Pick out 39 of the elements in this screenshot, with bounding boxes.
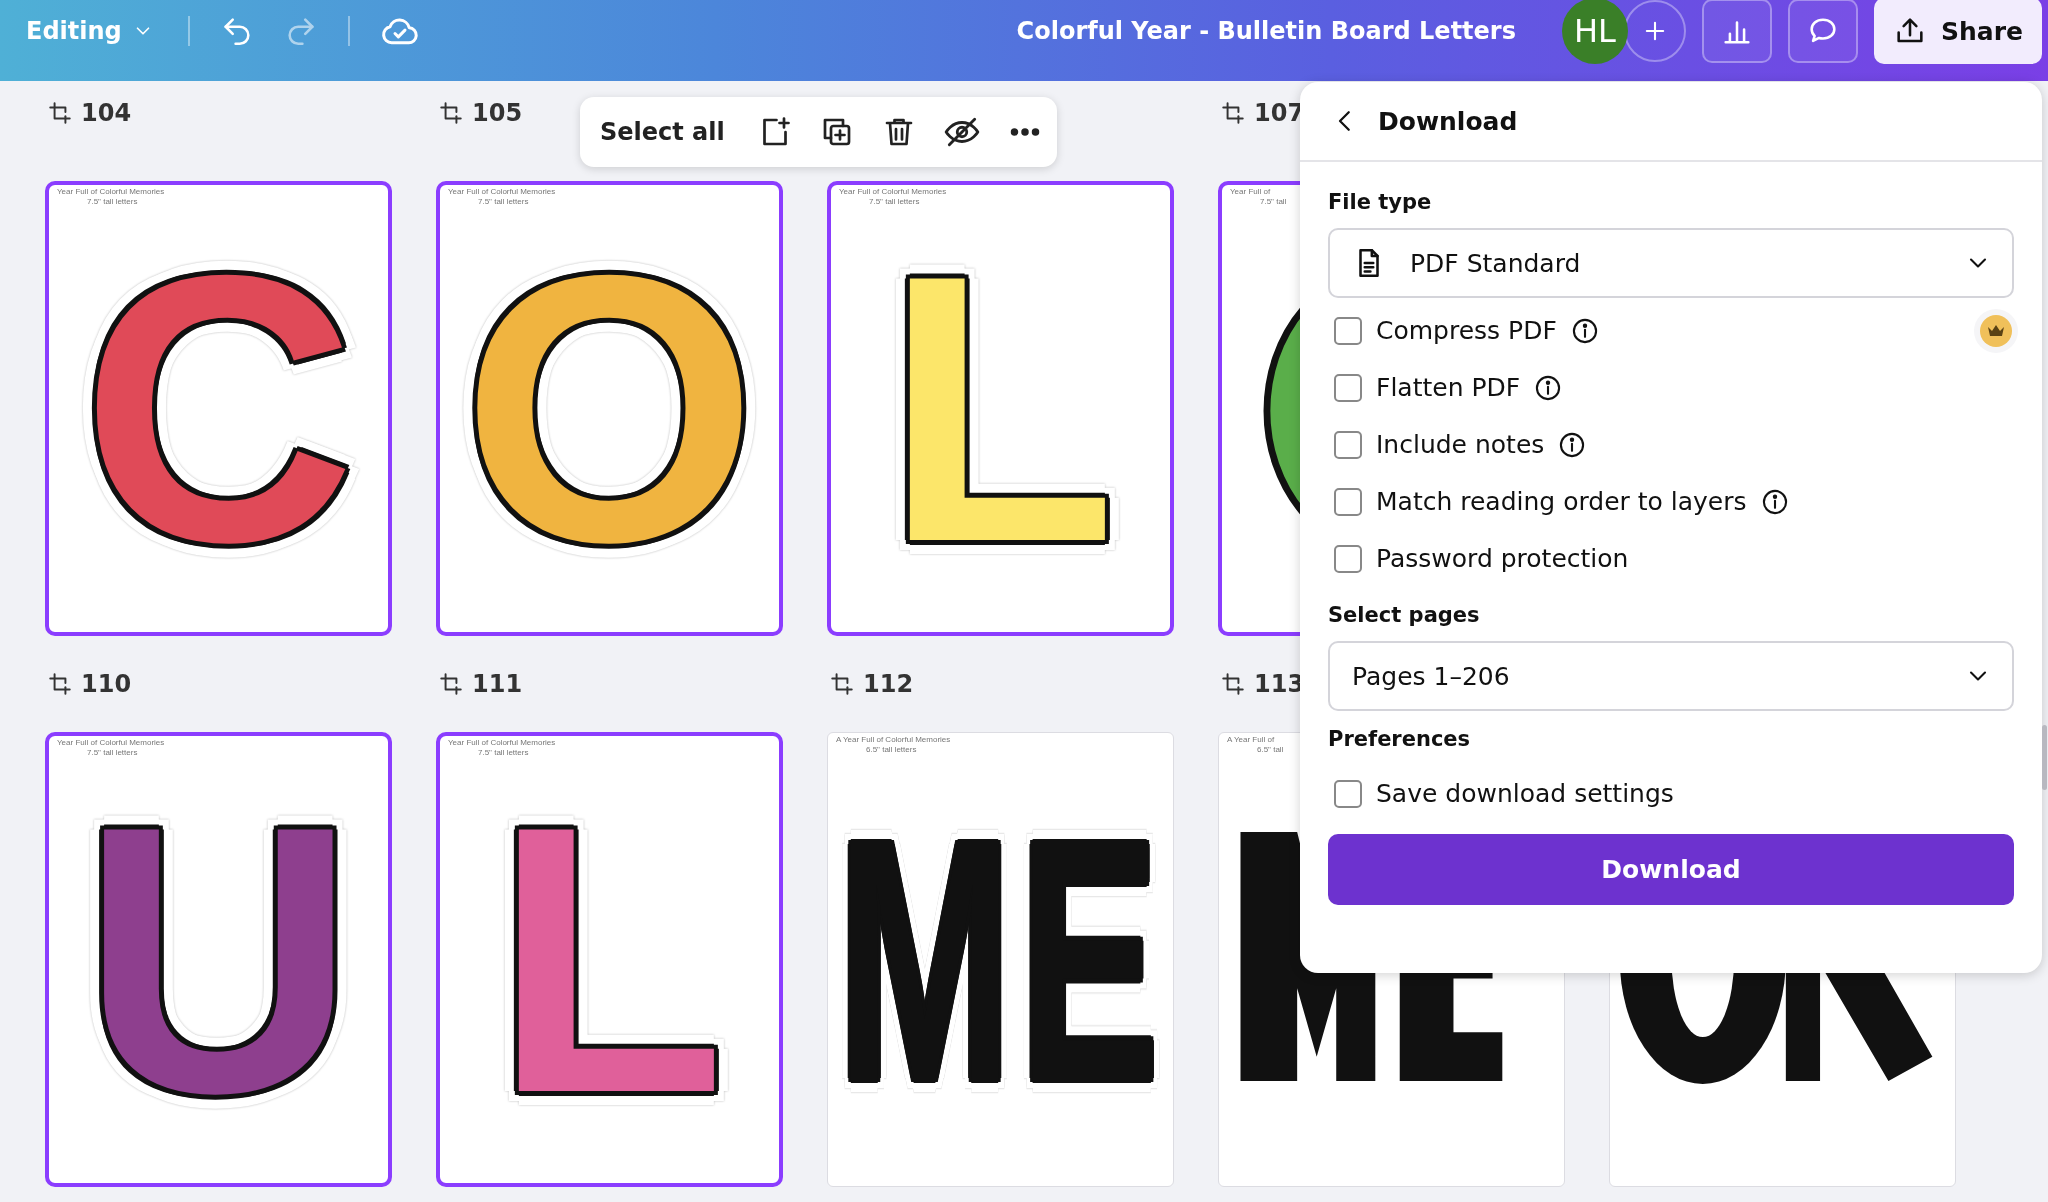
page-number: 105 (472, 99, 523, 127)
page-number: 112 (863, 670, 914, 698)
page-subheading: 7.5" tall letters (86, 197, 139, 207)
page-heading: A Year Full of (1227, 735, 1276, 745)
page-heading: Year Full of Colorful Memories (839, 187, 947, 197)
page-number: 107 (1254, 99, 1305, 127)
page-number: 110 (81, 670, 132, 698)
option-label: Compress PDF (1376, 316, 1557, 345)
page-subheading: 7.5" tall letters (868, 197, 921, 207)
bulletin-letter: ME (836, 789, 1165, 1130)
option-label: Match reading order to layers (1376, 487, 1747, 516)
option-label: Save download settings (1376, 779, 1674, 808)
page-heading: A Year Full of Colorful Memories (836, 735, 951, 745)
document-title: Colorful Year - Bulletin Board Letters (1016, 17, 1516, 45)
option-label: Flatten PDF (1376, 373, 1521, 402)
page-subheading: 7.5" tall letters (477, 748, 530, 758)
page-heading: Year Full of Colorful Memories (57, 738, 165, 748)
page-number: 111 (472, 670, 523, 698)
bulletin-letter: C (81, 218, 356, 599)
section-label: Preferences (1328, 727, 1472, 751)
bulletin-letter: O (461, 218, 758, 599)
bulletin-letter: U (81, 769, 356, 1150)
section-label: Select pages (1328, 603, 1481, 627)
page-heading: Year Full of Colorful Memories (448, 738, 556, 748)
page-subheading: 6.5" tall (1256, 745, 1284, 755)
page-heading: Year Full of Colorful Memories (448, 187, 556, 197)
page-heading: Year Full of Colorful Memories (57, 187, 165, 197)
page-subheading: 7.5" tall letters (477, 197, 530, 207)
page-subheading: 6.5" tall letters (865, 745, 918, 755)
panel-title: Download (1378, 106, 1518, 136)
bulletin-letter: L (493, 769, 726, 1150)
section-label: File type (1328, 190, 1433, 214)
option-label: Include notes (1376, 430, 1545, 459)
page-number: 104 (81, 99, 132, 127)
bulletin-letter: L (884, 218, 1117, 599)
page-heading: Year Full of (1230, 187, 1272, 197)
page-subheading: 7.5" tall letters (86, 748, 139, 758)
option-label: Password protection (1376, 544, 1629, 573)
page-subheading: 7.5" tall (1259, 197, 1287, 207)
